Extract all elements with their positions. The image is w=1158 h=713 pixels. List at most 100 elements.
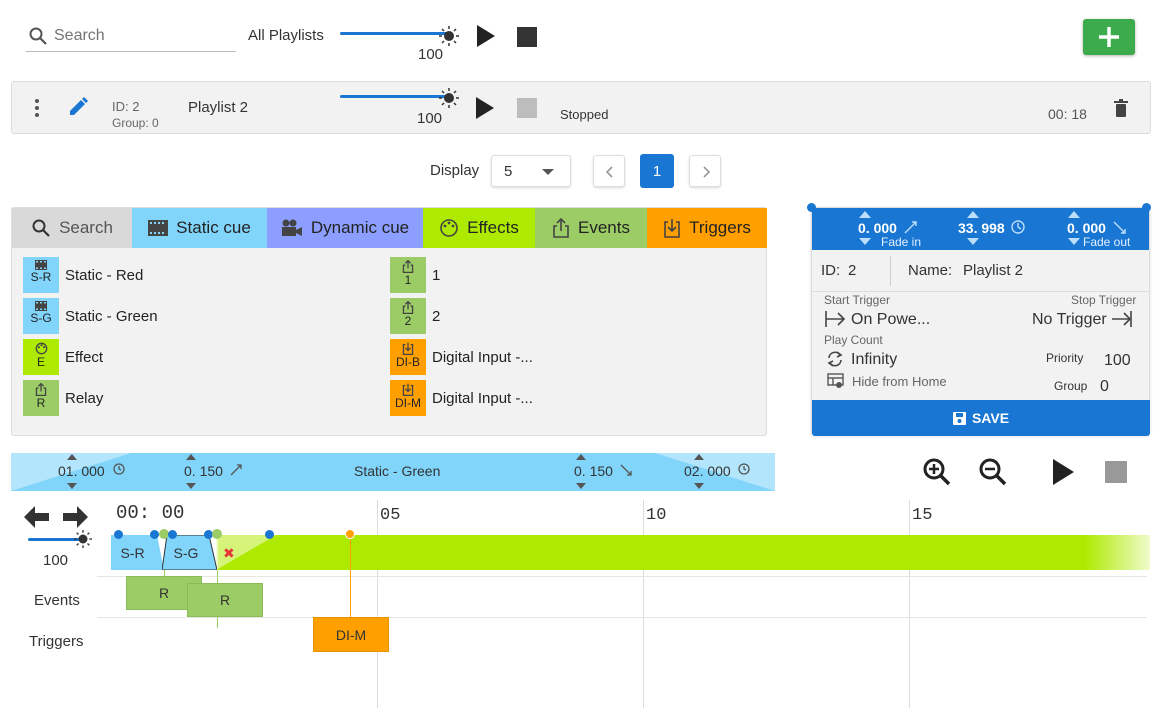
event-1-icon[interactable]: 1 bbox=[390, 257, 426, 293]
handle-dot[interactable] bbox=[150, 530, 159, 539]
hide-home-icon[interactable] bbox=[827, 373, 844, 389]
decrease-end-icon[interactable] bbox=[694, 483, 704, 489]
handle-dot[interactable] bbox=[212, 529, 222, 539]
zoom-out-icon[interactable] bbox=[979, 458, 1007, 486]
fade-out-value[interactable]: 0. 000 bbox=[1067, 220, 1106, 236]
add-playlist-button[interactable] bbox=[1083, 19, 1135, 55]
edit-icon[interactable] bbox=[67, 96, 89, 118]
search-field[interactable] bbox=[26, 22, 236, 52]
save-button[interactable]: SAVE bbox=[812, 400, 1150, 436]
resize-handle[interactable] bbox=[1142, 203, 1151, 212]
group-value[interactable]: 0 bbox=[1100, 378, 1109, 396]
cue-block-s-g[interactable]: S-G bbox=[162, 535, 217, 570]
brightness-icon[interactable] bbox=[74, 530, 92, 548]
priority-value[interactable]: 100 bbox=[1104, 352, 1131, 370]
brightness-icon[interactable] bbox=[439, 26, 459, 46]
handle-dot[interactable] bbox=[114, 530, 123, 539]
playlist-volume-slider[interactable] bbox=[340, 88, 464, 108]
effect-track-block[interactable] bbox=[216, 535, 1150, 570]
timeline-play-button[interactable] bbox=[1053, 459, 1074, 485]
name-value[interactable]: Playlist 2 bbox=[963, 262, 1023, 279]
increase-fade-in-icon[interactable] bbox=[859, 211, 871, 218]
decrease-cue-fade-out-icon[interactable] bbox=[576, 483, 586, 489]
effect-cue-icon[interactable]: E bbox=[23, 339, 59, 375]
increase-fade-out-icon[interactable] bbox=[1068, 211, 1080, 218]
static-red-cue-icon[interactable]: S-R bbox=[23, 257, 59, 293]
effect-label[interactable]: Effect bbox=[65, 349, 103, 366]
grid-line bbox=[377, 500, 378, 708]
row-divider bbox=[97, 617, 1147, 618]
increase-cue-fade-in-icon[interactable] bbox=[186, 454, 196, 460]
arrow-right-icon[interactable] bbox=[62, 506, 88, 528]
fade-in-value[interactable]: 0. 000 bbox=[858, 220, 897, 236]
decrease-cue-fade-in-icon[interactable] bbox=[186, 483, 196, 489]
event-1-label[interactable]: 1 bbox=[432, 267, 440, 284]
tab-events[interactable]: Events bbox=[535, 208, 647, 248]
brightness-icon[interactable] bbox=[439, 88, 459, 108]
timeline-stop-button[interactable] bbox=[1105, 461, 1127, 483]
trigger-di-b-icon[interactable]: DI-B bbox=[390, 339, 426, 375]
tab-dynamic-cue[interactable]: Dynamic cue bbox=[267, 208, 423, 248]
hide-from-home-label[interactable]: Hide from Home bbox=[852, 374, 947, 389]
stop-all-button[interactable] bbox=[517, 27, 537, 47]
next-page-button[interactable] bbox=[689, 155, 721, 187]
search-input[interactable] bbox=[54, 27, 229, 45]
increase-cue-fade-out-icon[interactable] bbox=[576, 454, 586, 460]
increase-start-icon[interactable] bbox=[67, 454, 77, 460]
trigger-di-b-label[interactable]: Digital Input -... bbox=[432, 349, 533, 366]
playlist-play-button[interactable] bbox=[476, 97, 494, 119]
trigger-di-m-label[interactable]: Digital Input -... bbox=[432, 390, 533, 407]
remove-marker-icon[interactable]: ✖ bbox=[223, 545, 235, 562]
static-green-cue-icon[interactable]: S-G bbox=[23, 298, 59, 334]
tab-search[interactable]: Search bbox=[12, 208, 132, 248]
page-1-button[interactable]: 1 bbox=[640, 154, 674, 188]
arrow-left-icon[interactable] bbox=[24, 506, 50, 528]
stop-trigger-value[interactable]: No Trigger bbox=[1032, 311, 1107, 329]
per-page-select[interactable]: 5 bbox=[491, 155, 571, 187]
trigger-marker[interactable] bbox=[345, 529, 355, 539]
relay-event-icon[interactable]: R bbox=[23, 380, 59, 416]
current-time: 00: 00 bbox=[116, 502, 185, 524]
fade-in-icon bbox=[230, 464, 242, 476]
trash-icon[interactable] bbox=[1114, 99, 1128, 117]
decrease-duration-icon[interactable] bbox=[967, 238, 979, 245]
trigger-di-m-icon[interactable]: DI-M bbox=[390, 380, 426, 416]
drag-handle-icon[interactable] bbox=[34, 98, 40, 118]
cue-fade-in-value[interactable]: 0. 150 bbox=[184, 463, 223, 479]
cue-block-s-r[interactable]: S-R bbox=[111, 535, 164, 570]
stop-trigger-label: Stop Trigger bbox=[1071, 293, 1137, 307]
playlist-row[interactable]: ID: 2 Group: 0 Playlist 2 100 Stopped 00… bbox=[11, 81, 1151, 134]
event-block-r[interactable]: R bbox=[187, 583, 263, 617]
timeline-volume-slider[interactable] bbox=[28, 530, 94, 550]
duration-value[interactable]: 33. 998 bbox=[958, 220, 1005, 236]
start-trigger-value[interactable]: On Powe... bbox=[851, 311, 930, 329]
decrease-fade-in-icon[interactable] bbox=[859, 238, 871, 245]
handle-dot[interactable] bbox=[265, 530, 274, 539]
tab-static-cue[interactable]: Static cue bbox=[132, 208, 267, 248]
tab-triggers[interactable]: Triggers bbox=[647, 208, 767, 248]
cue-fade-out-value[interactable]: 0. 150 bbox=[574, 463, 613, 479]
static-green-label[interactable]: Static - Green bbox=[65, 308, 158, 325]
zoom-in-icon[interactable] bbox=[923, 458, 951, 486]
tab-effects[interactable]: Effects bbox=[423, 208, 535, 248]
event-2-icon[interactable]: 2 bbox=[390, 298, 426, 334]
relay-label[interactable]: Relay bbox=[65, 390, 103, 407]
cue-start-value[interactable]: 01. 000 bbox=[58, 463, 105, 479]
increase-duration-icon[interactable] bbox=[967, 211, 979, 218]
play-all-button[interactable] bbox=[477, 25, 495, 47]
play-count-value[interactable]: Infinity bbox=[851, 351, 897, 369]
playlist-stop-button[interactable] bbox=[517, 98, 537, 118]
cue-code: S-G bbox=[173, 544, 199, 561]
static-red-label[interactable]: Static - Red bbox=[65, 267, 143, 284]
event-2-label[interactable]: 2 bbox=[432, 308, 440, 325]
trigger-block-di-m[interactable]: DI-M bbox=[313, 617, 389, 652]
decrease-start-icon[interactable] bbox=[67, 483, 77, 489]
resize-handle[interactable] bbox=[807, 203, 816, 212]
master-volume-slider[interactable] bbox=[340, 26, 464, 46]
playlist-group: Group: 0 bbox=[112, 116, 159, 130]
cue-end-value[interactable]: 02. 000 bbox=[684, 463, 731, 479]
increase-end-icon[interactable] bbox=[694, 454, 704, 460]
handle-dot[interactable] bbox=[168, 530, 177, 539]
prev-page-button[interactable] bbox=[593, 155, 625, 187]
decrease-fade-out-icon[interactable] bbox=[1068, 238, 1080, 245]
